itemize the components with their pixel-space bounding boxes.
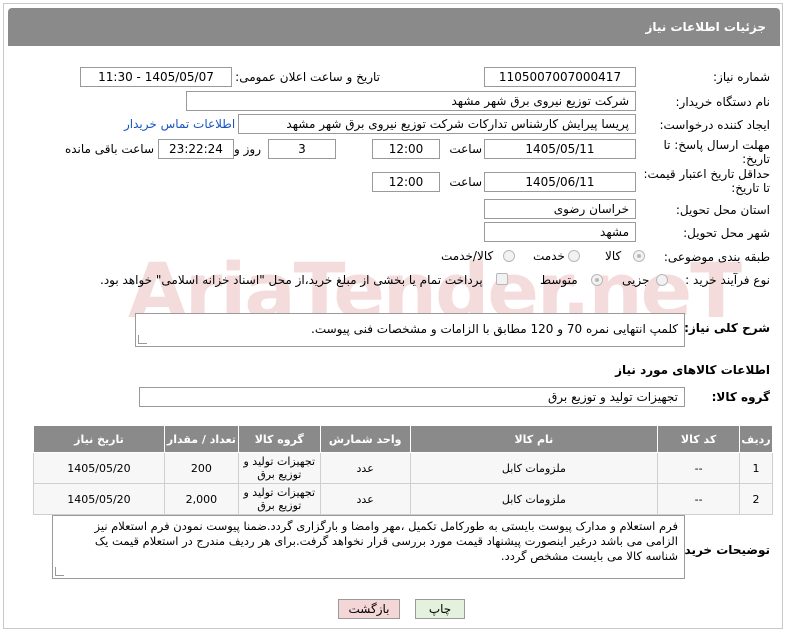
- process-option-medium: متوسط: [540, 273, 578, 287]
- page-header: جزئیات اطلاعات نیاز: [8, 8, 780, 46]
- process-option-minor: جزیی: [622, 273, 650, 287]
- category-radio-goods-service[interactable]: [503, 250, 515, 262]
- col-code: کد کالا: [657, 425, 741, 453]
- process-radio-medium[interactable]: [591, 274, 603, 286]
- cell-date: 1405/05/20: [33, 452, 165, 484]
- price-validity-label: حداقل تاریخ اعتبار قیمت:: [643, 167, 770, 181]
- description-label: شرح کلی نیاز:: [684, 321, 770, 335]
- announce-label: تاریخ و ساعت اعلان عمومی:: [235, 70, 380, 84]
- resize-handle-icon[interactable]: [55, 567, 64, 576]
- col-unit: واحد شمارش: [319, 425, 411, 453]
- buyer-notes-text: فرم استعلام و مدارک پیوست بایستی به طورک…: [94, 519, 678, 563]
- resize-handle-icon[interactable]: [138, 335, 147, 344]
- reply-date-field: 1405/05/11: [484, 139, 636, 159]
- reply-time-label: ساعت: [449, 142, 482, 156]
- price-time-label: ساعت: [449, 175, 482, 189]
- cell-code: --: [657, 483, 741, 515]
- col-qty: تعداد / مقدار: [163, 425, 239, 453]
- cell-name: ملزومات کابل: [409, 483, 659, 515]
- cell-group: تجهیزات تولید و توزیع برق: [237, 483, 321, 515]
- goods-group-field: تجهیزات تولید و توزیع برق: [139, 387, 685, 407]
- treasury-payment-text: پرداخت تمام یا بخشی از مبلغ خرید،از محل …: [100, 273, 483, 287]
- cell-unit: عدد: [319, 452, 411, 484]
- need-number-field: 1105007007000417: [484, 67, 636, 87]
- treasury-payment-checkbox[interactable]: [496, 273, 508, 285]
- process-radio-minor[interactable]: [656, 274, 668, 286]
- category-option-goods-service: کالا/خدمت: [441, 249, 494, 263]
- cell-qty: 2,000: [163, 483, 239, 515]
- need-number-label: شماره نیاز:: [713, 70, 770, 84]
- cell-qty: 200: [163, 452, 239, 484]
- announce-field: 1405/05/07 - 11:30: [80, 67, 232, 87]
- price-time-field: 12:00: [372, 172, 440, 192]
- remaining-label: ساعت باقی مانده: [64, 142, 154, 156]
- reply-time-field: 12:00: [372, 139, 440, 159]
- buyer-field: شرکت توزیع نیروی برق شهر مشهد: [186, 91, 636, 111]
- province-field: خراسان رضوی: [484, 199, 636, 219]
- category-option-goods: کالا: [605, 249, 622, 263]
- days-label: روز و: [234, 142, 261, 156]
- cell-code: --: [657, 452, 741, 484]
- description-textarea: کلمپ انتهایی نمره 70 و 120 مطابق با الزا…: [135, 313, 685, 347]
- cell-date: 1405/05/20: [33, 483, 165, 515]
- print-button[interactable]: چاپ: [415, 599, 465, 619]
- back-button[interactable]: بازگشت: [338, 599, 400, 619]
- city-field: مشهد: [484, 222, 636, 242]
- buyer-notes-textarea: فرم استعلام و مدارک پیوست بایستی به طورک…: [52, 515, 685, 579]
- creator-field: پریسا پیرایش کارشناس تدارکات شرکت توزیع …: [238, 114, 636, 134]
- goods-table-header: ردیف کد کالا نام کالا واحد شمارش گروه کا…: [33, 425, 773, 453]
- description-text: کلمپ انتهایی نمره 70 و 120 مطابق با الزا…: [311, 322, 678, 336]
- category-label: طبقه بندی موضوعی:: [663, 250, 770, 264]
- buyer-contact-link[interactable]: اطلاعات تماس خریدار: [124, 117, 235, 131]
- category-radio-goods[interactable]: [633, 250, 645, 262]
- creator-label: ایجاد کننده درخواست:: [659, 118, 770, 132]
- col-row: ردیف: [739, 425, 773, 453]
- page-title: جزئیات اطلاعات نیاز: [645, 20, 766, 34]
- category-option-service: خدمت: [533, 249, 565, 263]
- province-label: استان محل تحویل:: [675, 203, 770, 217]
- city-label: شهر محل تحویل:: [683, 226, 770, 240]
- cell-row: 1: [739, 452, 773, 484]
- reply-deadline-label-2: تاریخ:: [742, 152, 770, 166]
- goods-section-title: اطلاعات کالاهای مورد نیاز: [615, 363, 770, 377]
- cell-name: ملزومات کابل: [409, 452, 659, 484]
- table-row: 1 -- ملزومات کابل عدد تجهیزات تولید و تو…: [33, 452, 773, 484]
- col-date: تاریخ نیاز: [33, 425, 165, 453]
- process-label: نوع فرآیند خرید :: [685, 273, 770, 287]
- buyer-label: نام دستگاه خریدار:: [675, 95, 771, 109]
- table-row: 2 -- ملزومات کابل عدد تجهیزات تولید و تو…: [33, 483, 773, 515]
- reply-deadline-label: مهلت ارسال پاسخ: تا: [663, 138, 770, 152]
- remaining-time-field: 23:22:24: [158, 139, 234, 159]
- cell-group: تجهیزات تولید و توزیع برق: [237, 452, 321, 484]
- reply-days-field: 3: [268, 139, 336, 159]
- price-validity-label-2: تا تاریخ:: [731, 181, 770, 195]
- price-date-field: 1405/06/11: [484, 172, 636, 192]
- cell-unit: عدد: [319, 483, 411, 515]
- cell-row: 2: [739, 483, 773, 515]
- goods-group-label: گروه کالا:: [711, 390, 770, 404]
- col-group: گروه کالا: [237, 425, 321, 453]
- category-radio-service[interactable]: [568, 250, 580, 262]
- col-name: نام کالا: [409, 425, 659, 453]
- goods-table: ردیف کد کالا نام کالا واحد شمارش گروه کا…: [33, 425, 773, 515]
